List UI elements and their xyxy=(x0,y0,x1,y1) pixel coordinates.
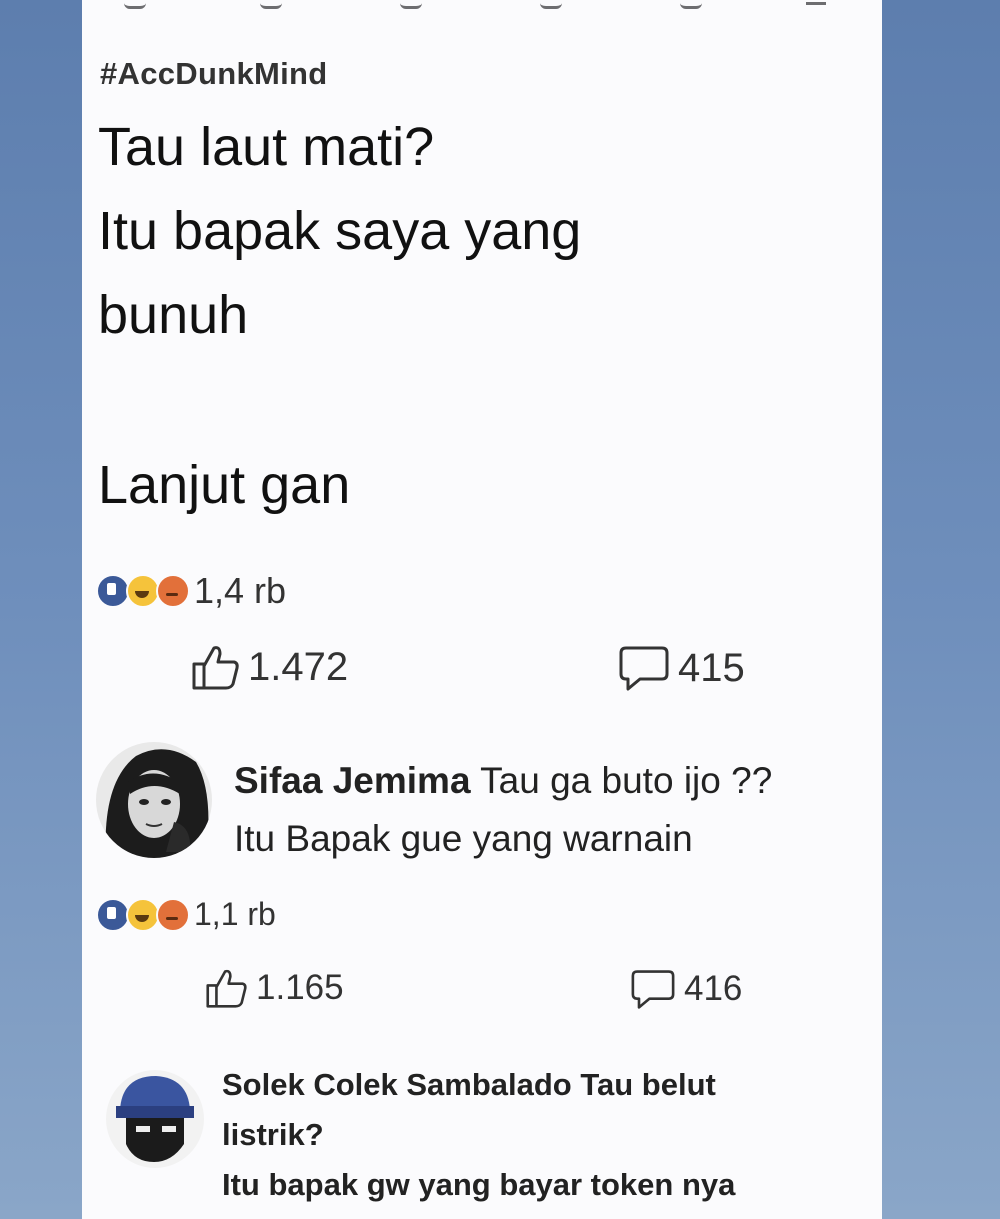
comment-2-text-line-2: listrik? xyxy=(222,1117,324,1152)
post-text-line-1: Tau laut mati? xyxy=(98,117,435,177)
comment-1-author[interactable]: Sifaa Jemima xyxy=(234,760,471,801)
post-text-line-4: Lanjut gan xyxy=(98,455,351,515)
like-reaction-icon xyxy=(96,897,130,932)
like-reaction-icon xyxy=(96,574,130,608)
comment-1: Sifaa Jemima Tau ga buto ijo ?? Itu Bapa… xyxy=(234,752,772,868)
post-reaction-count: 1,4 rb xyxy=(194,570,287,611)
avatar[interactable] xyxy=(106,1070,204,1168)
thumbs-up-icon xyxy=(192,646,239,690)
comment-1-reactions[interactable]: 1,1 rb xyxy=(96,896,276,933)
post-comment-count: 415 xyxy=(678,645,745,690)
avatar-solek-colek-image xyxy=(106,1070,204,1168)
comment-2-author[interactable]: Solek Colek Sambalado xyxy=(222,1067,572,1102)
top-toolbar-cut-off xyxy=(82,0,882,20)
comment-2-text-line-1: Tau belut xyxy=(580,1067,716,1102)
haha-reaction-icon xyxy=(126,574,160,608)
post-like-button[interactable]: 1.472 xyxy=(190,644,348,690)
angry-reaction-icon xyxy=(156,897,190,932)
comment-1-text-line-2: Itu Bapak gue yang warnain xyxy=(234,818,693,859)
comment-2-text-line-3: Itu bapak gw yang bayar token nya xyxy=(222,1167,736,1202)
comment-1-reaction-count: 1,1 rb xyxy=(194,896,276,932)
toolbar-icon-3[interactable] xyxy=(400,0,422,9)
toolbar-icon-4[interactable] xyxy=(540,0,562,9)
comment-1-like-button[interactable]: 1.165 xyxy=(204,968,344,1008)
haha-reaction-icon xyxy=(126,897,160,932)
post-text-line-3: bunuh xyxy=(98,285,249,345)
post-comment-button[interactable]: 415 xyxy=(618,644,745,692)
comment-1-like-count: 1.165 xyxy=(256,968,344,1007)
post-reactions[interactable]: 1,4 rb xyxy=(96,570,286,612)
comment-bubble-icon xyxy=(631,970,675,1009)
avatar-sifaa-jemima-image xyxy=(96,742,212,858)
comment-1-text-line-1: Tau ga buto ijo ?? xyxy=(480,760,773,801)
post-hashtag[interactable]: #AccDunkMind xyxy=(100,56,328,92)
toolbar-icon-1[interactable] xyxy=(124,0,146,9)
comment-2: Solek Colek Sambalado Tau belut listrik?… xyxy=(222,1060,735,1210)
toolbar-icon-5[interactable] xyxy=(680,0,702,9)
thumbs-up-icon xyxy=(206,969,247,1008)
post-text-line-2: Itu bapak saya yang xyxy=(98,201,582,261)
comment-1-reply-button[interactable]: 416 xyxy=(630,968,742,1010)
avatar[interactable] xyxy=(96,742,212,858)
comment-bubble-icon xyxy=(619,646,669,691)
angry-reaction-icon xyxy=(156,574,190,608)
toolbar-icon-6[interactable] xyxy=(806,0,826,5)
comment-1-reply-count: 416 xyxy=(684,969,743,1008)
post-like-count: 1.472 xyxy=(248,644,349,689)
toolbar-icon-2[interactable] xyxy=(260,0,282,9)
post-card: #AccDunkMind Tau laut mati? Itu bapak sa… xyxy=(82,0,882,1219)
